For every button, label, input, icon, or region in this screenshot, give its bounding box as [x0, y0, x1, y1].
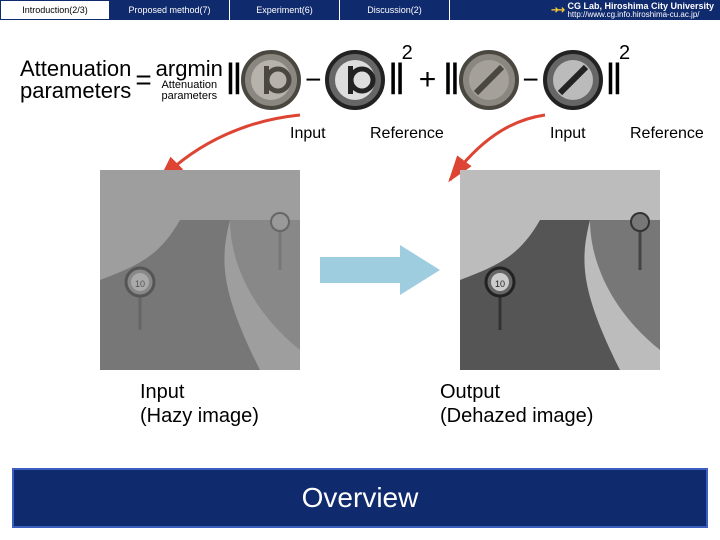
norm-close: ‖	[387, 60, 401, 100]
label-input-1: Input	[290, 125, 326, 143]
sub-bot: parameters	[161, 91, 217, 102]
argmin: argmin	[156, 58, 223, 80]
caption-right-top: Output	[440, 380, 593, 404]
tab-label: Proposed method(7)	[128, 5, 210, 15]
caption-right-bot: (Dehazed image)	[440, 404, 593, 428]
svg-text:10: 10	[135, 279, 145, 289]
hazy-image: 10	[100, 170, 300, 370]
minus-2: −	[521, 64, 541, 96]
dehazed-image: 10	[460, 170, 660, 370]
footer-text: Overview	[302, 482, 419, 514]
equals: =	[133, 64, 153, 96]
lab-url: http://www.cg.info.hiroshima-cu.ac.jp/	[567, 11, 714, 19]
slide-body: Attenuation parameters = argmin Attenuat…	[0, 20, 720, 480]
caption-left: Input (Hazy image)	[140, 380, 259, 428]
exp-2: 2	[619, 42, 630, 65]
caption-left-bot: (Hazy image)	[140, 404, 259, 428]
caption-left-top: Input	[140, 380, 259, 404]
tab-proposed[interactable]: Proposed method(7)	[110, 0, 230, 20]
caption-right: Output (Dehazed image)	[440, 380, 593, 428]
tab-experiment[interactable]: Experiment(6)	[230, 0, 340, 20]
lhs-top: Attenuation	[20, 58, 131, 80]
label-reference-1: Reference	[370, 125, 444, 143]
norm-open-2: ‖	[442, 60, 456, 100]
tab-introduction[interactable]: Introduction(2/3)	[0, 0, 110, 20]
formula: Attenuation parameters = argmin Attenuat…	[20, 50, 630, 110]
arrow-icon: ➜➜	[551, 5, 564, 16]
tab-label: Introduction(2/3)	[22, 5, 88, 15]
sign-ref-1	[325, 50, 385, 110]
tab-discussion[interactable]: Discussion(2)	[340, 0, 450, 20]
lhs: Attenuation parameters	[20, 58, 131, 102]
sign-ref-2	[543, 50, 603, 110]
tab-label: Discussion(2)	[367, 5, 422, 15]
exp-1: 2	[402, 42, 413, 65]
top-tab-bar: Introduction(2/3) Proposed method(7) Exp…	[0, 0, 720, 20]
sign-input-2	[459, 50, 519, 110]
sign-input-1	[241, 50, 301, 110]
plus: +	[415, 63, 441, 97]
footer-title: Overview	[12, 468, 708, 528]
lhs-bot: parameters	[20, 80, 131, 102]
norm-close-2: ‖	[605, 60, 619, 100]
tab-label: Experiment(6)	[256, 5, 313, 15]
label-reference-2: Reference	[630, 125, 704, 143]
lab-info: ➜➜ CG Lab, Hiroshima City University htt…	[450, 0, 720, 20]
argmin-block: argmin Attenuation parameters	[156, 58, 223, 102]
label-input-2: Input	[550, 125, 586, 143]
big-arrow-icon	[320, 245, 440, 295]
svg-text:10: 10	[495, 279, 505, 289]
norm-open: ‖	[225, 60, 239, 100]
image-row: 10 10	[100, 170, 660, 370]
minus-1: −	[303, 64, 323, 96]
